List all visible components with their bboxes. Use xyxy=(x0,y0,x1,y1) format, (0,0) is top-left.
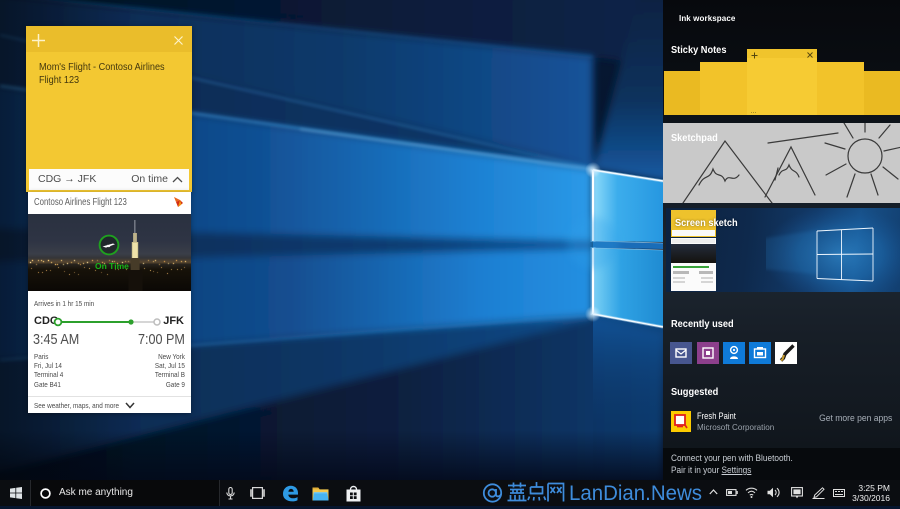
svg-text:LanDian.News: LanDian.News xyxy=(569,482,702,504)
